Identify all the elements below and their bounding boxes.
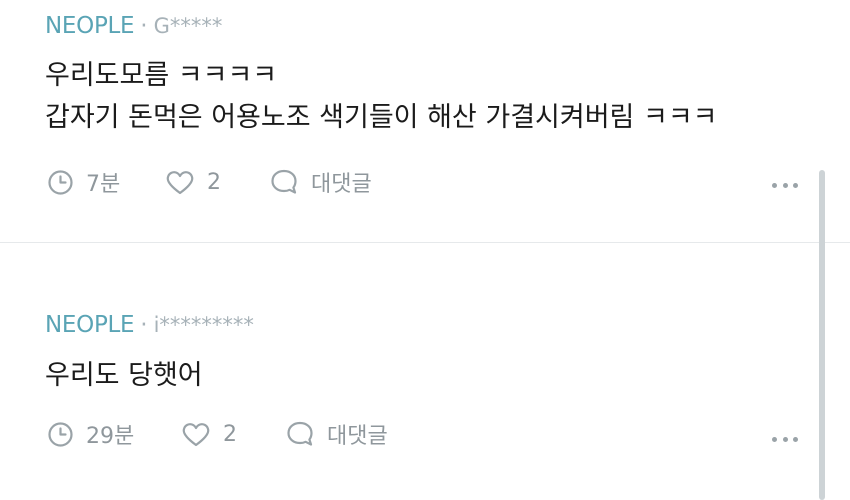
user-nickname: i********* (153, 313, 254, 337)
reply-button[interactable]: 대댓글 (269, 166, 372, 198)
dot (793, 436, 798, 442)
time-label: 29분 (86, 424, 135, 449)
clock-icon (48, 421, 73, 447)
comment-line: 우리도모름 ㅋㅋㅋㅋ (45, 60, 278, 91)
company-name[interactable]: NEOPLE (45, 312, 135, 338)
comment-line: 갑자기 돈먹은 어용노조 색기들이 해산 가결시켜버림 ㅋㅋㅋ (45, 102, 718, 133)
like-count: 2 (223, 421, 237, 447)
reply-label: 대댓글 (327, 424, 388, 449)
dot (772, 436, 777, 442)
comment-time: 7분 (47, 166, 165, 198)
dot (793, 182, 798, 188)
comment-author: NEOPLE · i********* (45, 312, 254, 338)
more-dots-icon[interactable] (772, 180, 798, 190)
meta-separator: · (140, 312, 148, 338)
comment-author: NEOPLE · G***** (45, 13, 222, 39)
heart-icon (166, 170, 194, 194)
company-name[interactable]: NEOPLE (45, 13, 135, 39)
comment-time: 29분 (47, 418, 181, 450)
reply-label: 대댓글 (311, 172, 372, 197)
clock-icon (48, 169, 73, 195)
like-button[interactable]: 2 (181, 421, 285, 448)
comment-actions: 29분 2 대댓글 (47, 419, 388, 449)
comment-actions: 7분 2 대댓글 (47, 167, 372, 197)
speech-bubble-icon (271, 169, 297, 194)
dot (782, 436, 788, 442)
comment-item: NEOPLE · G***** 우리도모름 ㅋㅋㅋㅋ 갑자기 돈먹은 어용노조 색기… (0, 0, 850, 242)
like-button[interactable]: 2 (165, 169, 269, 196)
more-dots-icon[interactable] (772, 434, 798, 444)
heart-icon (182, 422, 210, 446)
user-nickname: G***** (153, 14, 223, 38)
dot (782, 182, 788, 188)
speech-bubble-icon (287, 421, 313, 446)
meta-separator: · (140, 13, 148, 39)
reply-button[interactable]: 대댓글 (285, 418, 388, 450)
dot (772, 182, 777, 188)
time-label: 7분 (86, 172, 121, 197)
scrollbar[interactable] (819, 170, 825, 500)
comment-body: 우리도 당햇어 (45, 355, 203, 397)
like-count: 2 (207, 169, 221, 195)
comment-line: 우리도 당햇어 (45, 360, 203, 391)
comment-body: 우리도모름 ㅋㅋㅋㅋ 갑자기 돈먹은 어용노조 색기들이 해산 가결시켜버림 ㅋ… (45, 55, 718, 139)
comment-item: NEOPLE · i********* 우리도 당햇어 29분 2 대댓글 (0, 243, 850, 491)
